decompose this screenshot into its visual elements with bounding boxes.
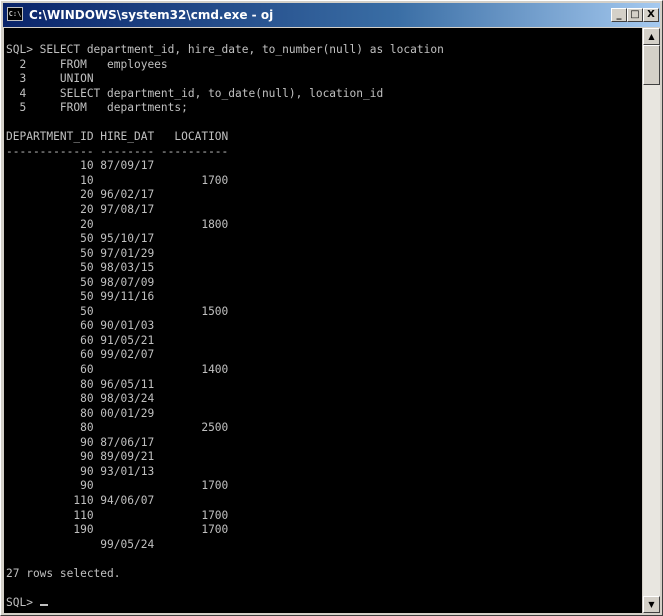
console-line: 80 96/05/11 <box>6 377 155 391</box>
console-line: 90 89/09/21 <box>6 450 155 464</box>
console-line: 4 SELECT department_id, to_date(null), l… <box>6 86 384 100</box>
vertical-scrollbar[interactable]: ▲ ▼ <box>643 28 660 613</box>
console-line: 50 1500 <box>6 304 229 318</box>
console-line: 80 00/01/29 <box>6 406 155 420</box>
console-app-icon[interactable]: C:\ <box>7 7 23 21</box>
console-line: 50 99/11/16 <box>6 290 155 304</box>
console-line: 50 98/07/09 <box>6 275 155 289</box>
maximize-button[interactable]: □ <box>627 8 643 22</box>
console-line: 190 1700 <box>6 523 229 537</box>
console-line: 60 90/01/03 <box>6 319 155 333</box>
console-line: 80 98/03/24 <box>6 392 155 406</box>
console-line: 80 2500 <box>6 421 229 435</box>
console-line: 3 UNION <box>6 72 94 86</box>
text-cursor <box>39 603 48 606</box>
console-line: 50 98/03/15 <box>6 261 155 275</box>
cmd-window: C:\ C:\WINDOWS\system32\cmd.exe - oj _ □… <box>0 0 663 616</box>
console-line: 27 rows selected. <box>6 566 121 580</box>
window-title: C:\WINDOWS\system32\cmd.exe - oj <box>29 8 274 22</box>
console-lines: SQL> SELECT department_id, hire_date, to… <box>6 43 444 609</box>
console-line: 60 1400 <box>6 363 229 377</box>
title-bar[interactable]: C:\ C:\WINDOWS\system32\cmd.exe - oj _ □… <box>3 3 660 27</box>
scroll-down-button[interactable]: ▼ <box>643 596 660 613</box>
console-line: 5 FROM departments; <box>6 101 188 115</box>
console-line: 20 1800 <box>6 217 229 231</box>
scroll-up-arrow-icon: ▲ <box>648 32 655 41</box>
console-line: 110 94/06/07 <box>6 493 155 507</box>
console-line: 10 1700 <box>6 173 229 187</box>
minimize-icon: _ <box>616 9 622 20</box>
scroll-down-arrow-icon: ▼ <box>648 600 655 609</box>
console-line: DEPARTMENT_ID HIRE_DAT LOCATION <box>6 130 229 144</box>
console-line: 90 87/06/17 <box>6 435 155 449</box>
console-line: SQL> SELECT department_id, hire_date, to… <box>6 43 444 56</box>
console-line: 10 87/09/17 <box>6 159 155 173</box>
console-line: ------------- -------- ---------- <box>6 144 229 158</box>
console-line: 2 FROM employees <box>6 57 168 71</box>
console-line: 99/05/24 <box>6 537 155 551</box>
console-line: 60 91/05/21 <box>6 333 155 347</box>
console-text: SQL> SELECT department_id, hire_date, to… <box>6 43 444 610</box>
scroll-thumb[interactable] <box>643 45 660 85</box>
minimize-button[interactable]: _ <box>611 8 627 22</box>
console-line: SQL> <box>6 595 40 609</box>
console-line: 50 95/10/17 <box>6 232 155 246</box>
console-output[interactable]: SQL> SELECT department_id, hire_date, to… <box>4 28 642 613</box>
console-line: 90 1700 <box>6 479 229 493</box>
console-line: 20 97/08/17 <box>6 203 155 217</box>
close-icon: X <box>647 9 655 20</box>
console-line: 20 96/02/17 <box>6 188 155 202</box>
console-line: 50 97/01/29 <box>6 246 155 260</box>
maximize-icon: □ <box>630 9 640 20</box>
scroll-up-button[interactable]: ▲ <box>643 28 660 45</box>
console-line: 110 1700 <box>6 508 229 522</box>
close-button[interactable]: X <box>643 8 659 22</box>
console-line: 90 93/01/13 <box>6 464 155 478</box>
console-line: 60 99/02/07 <box>6 348 155 362</box>
